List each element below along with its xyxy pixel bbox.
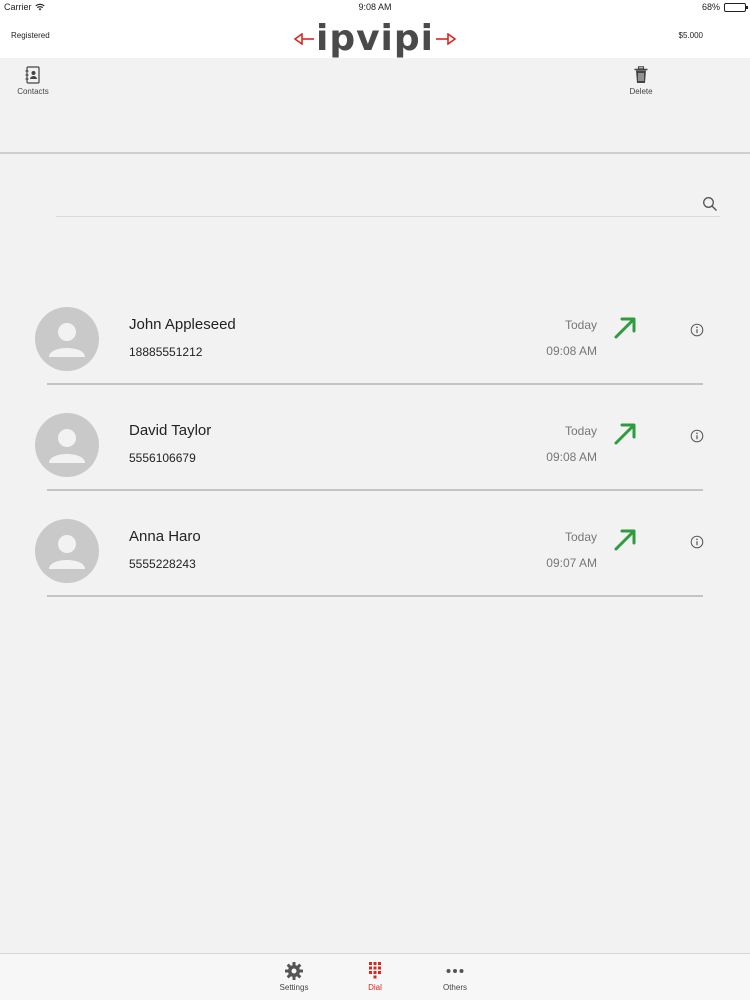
more-dots-icon — [446, 969, 464, 973]
logo-text: ipvipi — [315, 18, 435, 59]
tab-settings[interactable]: Settings — [264, 961, 324, 992]
call-time: 09:07 AM — [546, 556, 597, 570]
contact-name: John Appleseed — [129, 316, 236, 333]
phone-number: 18885551212 — [129, 345, 203, 359]
outgoing-call-arrow-icon — [614, 423, 636, 445]
row-divider — [47, 595, 703, 597]
contact-name: David Taylor — [129, 422, 212, 439]
logo-left-arrow-icon — [293, 33, 314, 45]
info-icon[interactable] — [690, 323, 704, 337]
call-day: Today — [564, 424, 597, 438]
call-time: 09:08 AM — [546, 344, 597, 358]
ipvipi-logo: ipvipi — [285, 19, 465, 59]
toolbar: Contacts Delete — [0, 58, 750, 154]
outgoing-call-arrow-icon — [614, 529, 636, 551]
search-input[interactable] — [56, 193, 686, 215]
row-divider — [47, 383, 703, 385]
search-icon[interactable] — [702, 196, 718, 212]
call-history-list: John Appleseed 18885551212 Today 09:08 A… — [0, 290, 750, 608]
contacts-book-icon — [25, 66, 40, 84]
call-time: 09:08 AM — [546, 450, 597, 464]
logo-right-arrow-icon — [436, 33, 457, 45]
tab-dial-label: Dial — [368, 983, 382, 992]
status-time: 9:08 AM — [358, 2, 392, 12]
info-icon[interactable] — [690, 429, 704, 443]
call-row[interactable]: Anna Haro 5555228243 Today 09:07 AM — [0, 502, 750, 608]
person-icon — [49, 429, 85, 463]
call-row[interactable]: John Appleseed 18885551212 Today 09:08 A… — [0, 290, 750, 396]
info-icon[interactable] — [690, 535, 704, 549]
avatar — [35, 413, 99, 477]
delete-button[interactable]: Delete — [611, 66, 671, 96]
registration-status: Registered — [11, 31, 50, 40]
tab-others-label: Others — [442, 983, 467, 992]
battery-indicator: 68% — [701, 2, 748, 12]
contacts-label: Contacts — [17, 87, 49, 96]
search-bar — [56, 193, 720, 217]
app-header: Registered ipvipi $5.000 — [0, 16, 750, 58]
dialpad-icon — [369, 962, 381, 979]
contacts-button[interactable]: Contacts — [3, 66, 63, 96]
row-divider — [47, 489, 703, 491]
gear-icon — [285, 962, 303, 980]
avatar — [35, 519, 99, 583]
tab-dial[interactable]: Dial — [345, 961, 405, 992]
outgoing-call-arrow-icon — [614, 317, 636, 339]
account-balance: $5.000 — [678, 31, 703, 40]
call-day: Today — [564, 318, 597, 332]
phone-number: 5555228243 — [129, 557, 196, 571]
trash-icon — [634, 66, 648, 83]
status-bar: Carrier 9:08 AM 68% — [0, 0, 750, 16]
call-day: Today — [564, 530, 597, 544]
battery-icon — [724, 2, 748, 12]
battery-percent: 68% — [701, 2, 720, 12]
tab-others[interactable]: Others — [425, 961, 485, 992]
person-icon — [49, 535, 85, 569]
person-icon — [49, 323, 85, 357]
tab-settings-label: Settings — [279, 983, 309, 992]
call-row[interactable]: David Taylor 5556106679 Today 09:08 AM — [0, 396, 750, 502]
contact-name: Anna Haro — [129, 528, 201, 545]
phone-number: 5556106679 — [129, 451, 196, 465]
avatar — [35, 307, 99, 371]
tab-bar: Settings Dial Others — [0, 953, 750, 1000]
delete-label: Delete — [629, 87, 653, 96]
